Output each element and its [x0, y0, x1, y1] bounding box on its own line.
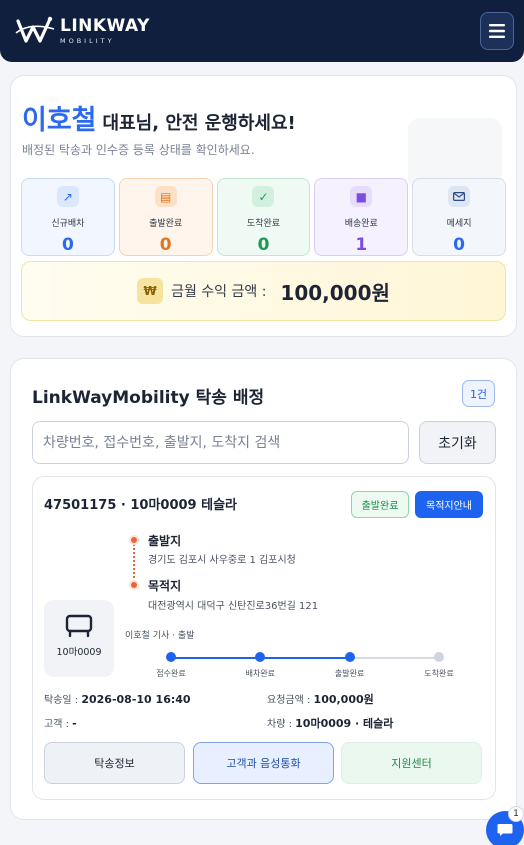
stats-row: ↗ 신규배차 0 ▤ 출발완료 0 ✓ 도착완료 0 ■ 배송완료 1 메세지 … — [21, 178, 506, 256]
navigate-destination-button[interactable]: 목적지안내 — [415, 491, 483, 518]
stat-value: 0 — [257, 235, 270, 255]
destination-title: 목적지 — [148, 579, 182, 593]
won-icon: ₩ — [137, 278, 164, 304]
progress-step-dot — [255, 652, 266, 662]
assignments-card: LinkWayMobility 탁송 배정 1건 초기화 47501175 · … — [10, 358, 517, 820]
stat-label: 도착완료 — [246, 219, 281, 229]
stat-label: 메세지 — [446, 219, 472, 229]
menu-button[interactable] — [480, 12, 514, 50]
progress-step-label: 배차완료 — [245, 669, 276, 678]
chat-bubble-icon — [497, 824, 513, 836]
destination-dot-icon — [129, 580, 139, 590]
monthly-revenue: ₩ 금월 수익 금액 : 100,000원 — [21, 261, 506, 321]
status-badge: 출발완료 — [351, 491, 409, 518]
stat-departed[interactable]: ▤ 출발완료 0 — [118, 178, 213, 256]
revenue-label: 금월 수익 금액 : — [171, 284, 267, 300]
customer: 고객 : - — [44, 715, 77, 730]
progress-step-label: 출발완료 — [334, 669, 365, 678]
greeting: 이호철 대표님, 안전 운행하세요! — [22, 98, 296, 137]
job-title: 47501175 · 10마0009 테슬라 — [44, 498, 237, 513]
car-icon — [65, 614, 93, 638]
chat-badge: 1 — [508, 806, 524, 822]
destination-address: 대전광역시 대덕구 신탄진로36번길 121 — [148, 601, 319, 612]
progress-track — [171, 657, 439, 659]
reset-button[interactable]: 초기화 — [419, 421, 496, 464]
delivery-info-button[interactable]: 탁송정보 — [44, 742, 185, 784]
stat-label: 출발완료 — [149, 219, 183, 229]
greeting-subtitle: 배정된 탁송과 인수증 등록 상태를 확인하세요. — [22, 143, 255, 157]
stat-label: 배송완료 — [344, 219, 378, 229]
summary-card: 이호철 대표님, 안전 운행하세요! 배정된 탁송과 인수증 등록 상태를 확인… — [10, 75, 517, 337]
logo[interactable]: LINKWAY MOBILITY — [14, 15, 150, 47]
vehicle-box: 10마0009 — [44, 600, 114, 677]
stat-value: 0 — [61, 235, 74, 255]
logo-subtext: MOBILITY — [60, 36, 115, 45]
vehicle-label: 차량 : — [267, 719, 292, 730]
job-card: 47501175 · 10마0009 테슬라 출발완료 목적지안내 출발지 경기… — [32, 476, 496, 800]
stat-new-dispatch[interactable]: ↗ 신규배차 0 — [21, 178, 115, 256]
vehicle-value: 10마0009 · 테슬라 — [295, 717, 394, 730]
mail-icon — [448, 186, 471, 207]
assignments-title: LinkWayMobility 탁송 배정 — [32, 388, 265, 408]
delivery-date-value: 2026-08-10 16:40 — [81, 693, 191, 706]
vehicle-plate: 10마0009 — [56, 647, 102, 658]
progress-step-dot — [166, 652, 176, 662]
greeting-text: 대표님, 안전 운행하세요! — [102, 113, 296, 134]
origin-title: 출발지 — [148, 534, 182, 548]
app-header: LINKWAY MOBILITY — [0, 0, 524, 62]
origin-address: 경기도 김포시 사우중로 1 김포시청 — [148, 555, 296, 566]
linkway-logo-icon — [15, 16, 55, 43]
progress-step-label: 접수완료 — [156, 669, 186, 678]
driver-name: 이호철 — [22, 105, 97, 136]
stat-delivered[interactable]: ■ 배송완료 1 — [314, 178, 409, 256]
stat-value: 0 — [453, 235, 465, 255]
support-center-button[interactable]: 지원센터 — [341, 742, 482, 784]
delivery-date: 탁송일 : 2026-08-10 16:40 — [44, 691, 191, 706]
call-customer-button[interactable]: 고객과 음성통화 — [193, 742, 334, 784]
progress-step-dot — [434, 652, 444, 662]
stat-label: 신규배차 — [51, 219, 85, 229]
progress-step-dot — [344, 652, 355, 662]
count-badge: 1건 — [462, 380, 495, 407]
square-icon: ■ — [350, 186, 373, 207]
stat-value: 1 — [355, 235, 368, 255]
stat-messages[interactable]: 메세지 0 — [412, 178, 506, 256]
vehicle: 차량 : 10마0009 · 테슬라 — [267, 715, 393, 731]
requested-fee: 요청금액 : 100,000원 — [267, 691, 374, 707]
customer-label: 고객 : — [44, 719, 69, 730]
arrow-up-right-icon: ↗ — [56, 186, 79, 207]
hamburger-icon — [489, 24, 505, 38]
customer-value: - — [72, 717, 77, 730]
stat-value: 0 — [159, 235, 172, 255]
revenue-value: 100,000원 — [280, 280, 390, 305]
requested-fee-label: 요청금액 : — [267, 695, 311, 706]
logo-text: LINKWAY — [60, 15, 150, 36]
list-icon: ▤ — [154, 186, 177, 207]
requested-fee-value: 100,000원 — [313, 693, 374, 706]
driver-status: 이호철 기사 · 출발 — [125, 631, 195, 641]
search-input[interactable] — [32, 421, 409, 464]
stat-arrived[interactable]: ✓ 도착완료 0 — [216, 178, 311, 256]
delivery-date-label: 탁송일 : — [44, 695, 79, 706]
origin-dot-icon — [129, 535, 139, 545]
progress-step-label: 도착완료 — [424, 669, 454, 678]
check-icon: ✓ — [252, 186, 275, 207]
